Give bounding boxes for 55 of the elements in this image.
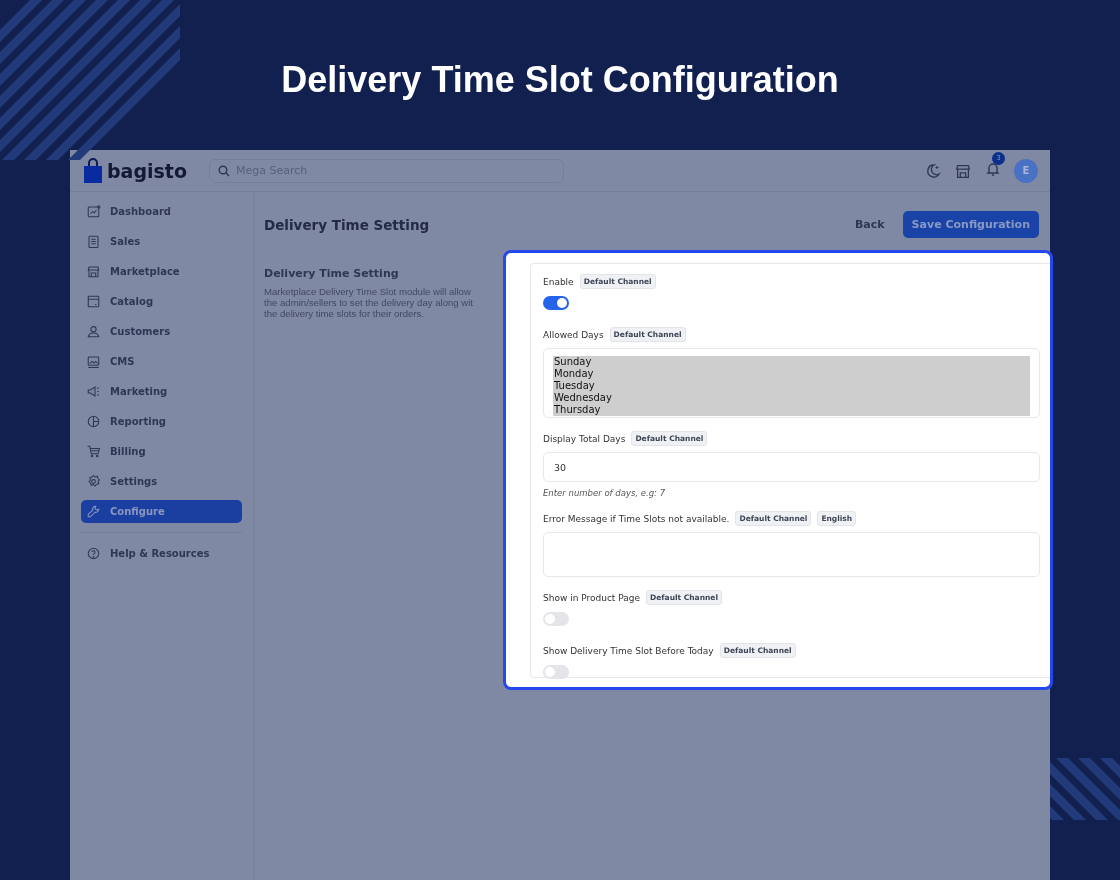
sidebar-item[interactable]: Reporting: [81, 410, 242, 433]
page-title: Delivery Time Setting: [264, 216, 430, 233]
logo-text: bagisto: [107, 159, 187, 182]
cart-icon: [86, 444, 101, 459]
toggle-switch[interactable]: [543, 296, 569, 310]
field-label: Display Total Days: [543, 433, 626, 444]
field-hint: Enter number of days, e.g: 7: [543, 488, 667, 498]
sidebar-item[interactable]: Dashboard: [81, 200, 242, 223]
sidebar-item[interactable]: Customers: [81, 320, 242, 343]
image-icon: [86, 354, 101, 369]
window-icon: [86, 294, 101, 309]
sidebar-item[interactable]: Sales: [81, 230, 242, 253]
help-icon: [86, 546, 101, 561]
field-label: Error Message if Time Slots not available.: [543, 513, 730, 524]
days-select[interactable]: Sunday Monday Tuesday Wednesday Thursday: [543, 348, 1040, 418]
input-field[interactable]: 30: [543, 452, 1040, 482]
search-icon: [218, 164, 230, 177]
pie-chart-icon: [86, 414, 101, 429]
field-label: Show Delivery Time Slot Before Today: [543, 645, 714, 656]
megaphone-icon: [86, 384, 101, 399]
save-button[interactable]: Save Configuration: [902, 211, 1039, 238]
sidebar-item[interactable]: Settings: [81, 470, 242, 493]
sidebar-item[interactable]: Billing: [81, 440, 242, 463]
back-link[interactable]: Back: [854, 218, 885, 231]
chart-icon: [86, 204, 101, 219]
toggle-switch[interactable]: [543, 612, 569, 626]
day-option[interactable]: Sunday: [553, 356, 1030, 368]
sidebar-item[interactable]: Help & Resources: [81, 542, 242, 565]
stripe-pattern-drawing: [1050, 758, 1120, 820]
sidebar-item[interactable]: Configure: [81, 500, 242, 523]
section-description: the admin/sellers to set the delivery day along wit: [264, 297, 474, 308]
section-description: the delivery time slots for their orders.: [264, 308, 424, 319]
day-option[interactable]: Thursday: [553, 404, 1030, 416]
person-icon: [86, 324, 101, 339]
banner-title: Delivery Time Slot Configuration: [281, 59, 839, 101]
moon-icon[interactable]: [924, 161, 942, 180]
sidebar-item[interactable]: Marketing: [81, 380, 242, 403]
field-label: Allowed Days: [543, 329, 604, 340]
document-icon: [86, 234, 101, 249]
sidebar-item[interactable]: Marketplace: [81, 260, 242, 283]
wrench-icon: [86, 504, 101, 519]
day-option[interactable]: Tuesday: [553, 380, 1030, 392]
bag-icon: [83, 157, 103, 184]
toggle-switch[interactable]: [543, 665, 569, 679]
section-title: Delivery Time Setting: [264, 267, 400, 280]
settings-icon: [86, 474, 101, 489]
user-avatar[interactable]: E: [1014, 158, 1038, 183]
day-option[interactable]: Monday: [553, 368, 1030, 380]
store-icon: [86, 264, 101, 279]
sidebar-item[interactable]: CMS: [81, 350, 242, 373]
sidebar-item[interactable]: Catalog: [81, 290, 242, 313]
field-label: Enable: [543, 276, 574, 287]
day-option[interactable]: Wednesday: [553, 392, 1030, 404]
section-description: Marketplace Delivery Time Slot module will allow: [264, 286, 471, 297]
field-label: Show in Product Page: [543, 592, 641, 603]
